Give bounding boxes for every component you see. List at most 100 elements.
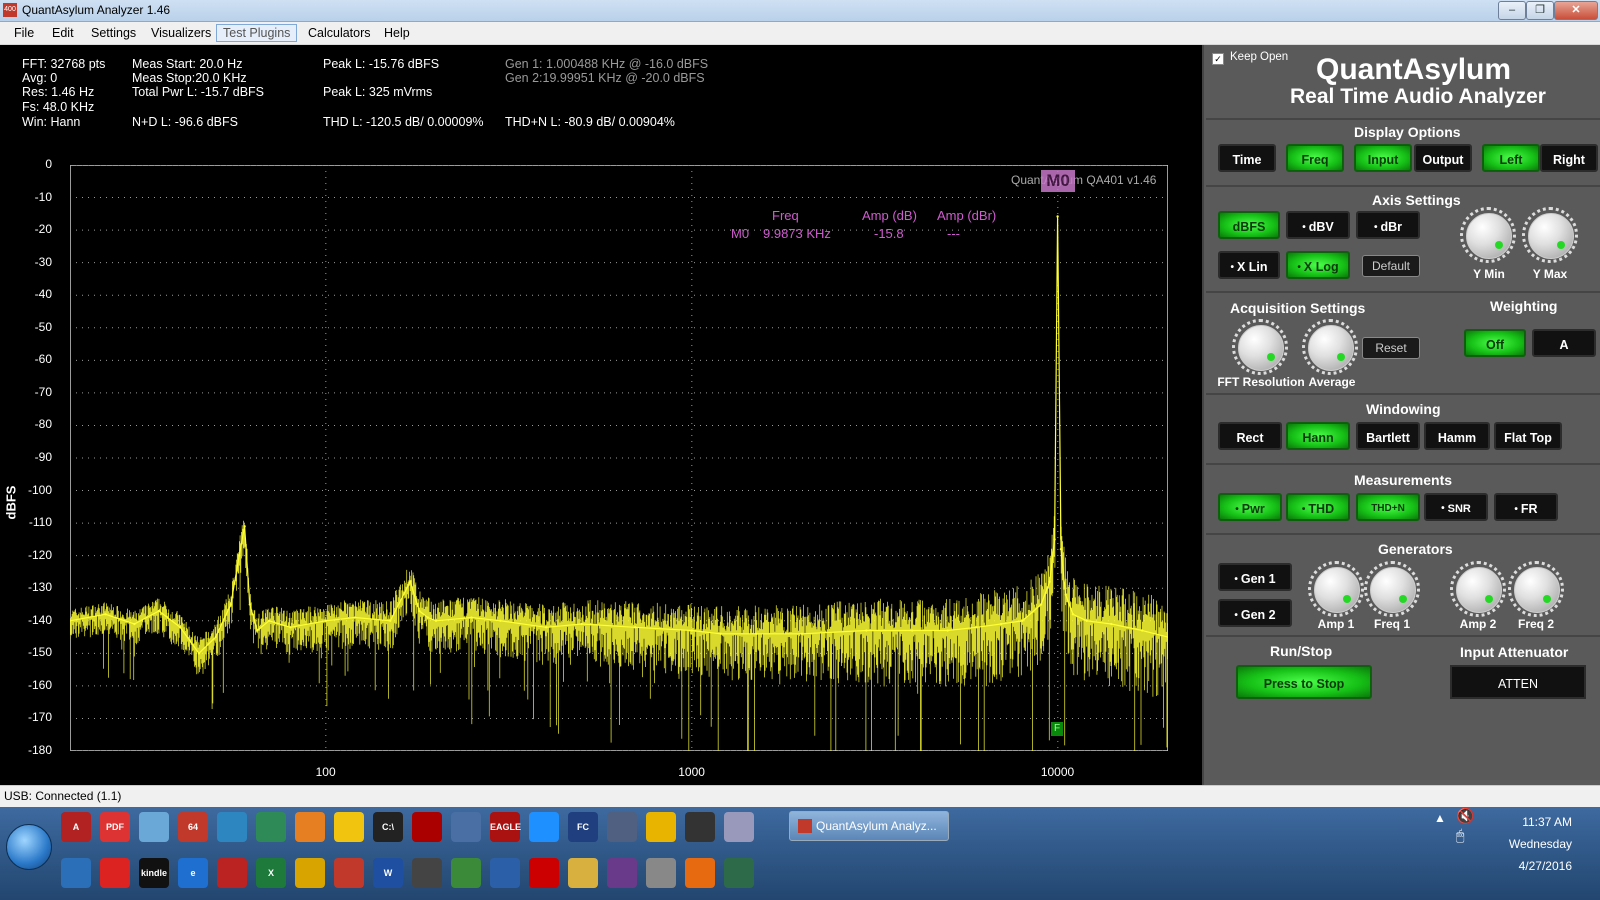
thdn-button[interactable]: THD+N: [1356, 493, 1420, 521]
pc-icon[interactable]: [490, 858, 520, 888]
network-icon[interactable]: [139, 812, 169, 842]
gen2-button[interactable]: Gen 2: [1218, 599, 1292, 627]
bluetooth-icon[interactable]: [61, 858, 91, 888]
word-icon[interactable]: W: [373, 858, 403, 888]
ie-icon[interactable]: e: [178, 858, 208, 888]
rect-window-button[interactable]: Rect: [1218, 422, 1282, 450]
acquisition-section: Acquisition Settings FFT Resolution Aver…: [1206, 293, 1600, 395]
menu-edit[interactable]: Edit: [46, 25, 80, 41]
amp2-knob[interactable]: [1456, 567, 1502, 613]
fc-icon[interactable]: FC: [568, 812, 598, 842]
notes-icon[interactable]: [451, 812, 481, 842]
arrow-icon[interactable]: [529, 812, 559, 842]
acrobat-icon[interactable]: A: [61, 812, 91, 842]
pwr-button[interactable]: Pwr: [1218, 493, 1282, 521]
firefox-icon[interactable]: [685, 858, 715, 888]
bartlett-window-button[interactable]: Bartlett: [1356, 422, 1420, 450]
terminal-icon[interactable]: C:\: [373, 812, 403, 842]
reset-button[interactable]: Reset: [1362, 337, 1420, 359]
time-button[interactable]: Time: [1218, 144, 1276, 172]
maximize-button[interactable]: ❐: [1526, 1, 1554, 20]
hamm-window-button[interactable]: Hamm: [1424, 422, 1490, 450]
freq-button[interactable]: Freq: [1286, 144, 1344, 172]
run-stop-button[interactable]: Press to Stop: [1236, 665, 1372, 699]
weighting-a-button[interactable]: A: [1532, 329, 1596, 357]
left-channel-button[interactable]: Left: [1482, 144, 1540, 172]
calc-icon[interactable]: [724, 812, 754, 842]
dbr-button[interactable]: dBr: [1356, 211, 1420, 239]
freq2-knob[interactable]: [1514, 567, 1560, 613]
clock-date[interactable]: 4/27/2016: [1519, 859, 1572, 873]
thd-button[interactable]: THD: [1286, 493, 1350, 521]
clock-time[interactable]: 11:37 AM: [1522, 815, 1572, 829]
menu-file[interactable]: File: [8, 25, 40, 41]
sheet-icon[interactable]: [412, 858, 442, 888]
close-button[interactable]: ✕: [1554, 1, 1598, 20]
kindle-icon[interactable]: kindle: [139, 858, 169, 888]
data-point: [418, 609, 421, 613]
f-marker[interactable]: F: [1051, 722, 1063, 736]
record-icon[interactable]: [412, 812, 442, 842]
duck-icon[interactable]: [334, 812, 364, 842]
start-button[interactable]: [6, 824, 52, 870]
marker-m0-label[interactable]: M0: [1041, 170, 1075, 192]
ymin-knob[interactable]: [1466, 213, 1512, 259]
x-log-button[interactable]: X Log: [1286, 251, 1350, 279]
freq1-knob[interactable]: [1370, 567, 1416, 613]
gen1-button[interactable]: Gen 1: [1218, 563, 1292, 591]
splat-icon[interactable]: [100, 858, 130, 888]
folder-icon[interactable]: [568, 858, 598, 888]
minimize-button[interactable]: –: [1498, 1, 1526, 20]
menu-test-plugins[interactable]: Test Plugins: [216, 24, 298, 42]
hann-window-button[interactable]: Hann: [1286, 422, 1350, 450]
menu-visualizers[interactable]: Visualizers: [145, 25, 217, 41]
box-icon[interactable]: [685, 812, 715, 842]
eagle-icon[interactable]: EAGLE: [490, 812, 521, 842]
rocket-icon[interactable]: [295, 812, 325, 842]
data-point: [267, 619, 271, 622]
x-lin-button[interactable]: X Lin: [1218, 251, 1280, 279]
amp1-knob[interactable]: [1314, 567, 1360, 613]
data-point: [910, 629, 914, 632]
weighting-off-button[interactable]: Off: [1464, 329, 1526, 357]
network-tray-icon[interactable]: 🖱: [1456, 827, 1464, 844]
menu-settings[interactable]: Settings: [85, 25, 142, 41]
tray-chevron-icon[interactable]: ▲: [1434, 811, 1446, 825]
menu-calculators[interactable]: Calculators: [302, 25, 377, 41]
fr-button[interactable]: FR: [1494, 493, 1558, 521]
pdf-icon[interactable]: PDF: [100, 812, 130, 842]
camera-icon[interactable]: [646, 858, 676, 888]
menu-help[interactable]: Help: [378, 25, 416, 41]
clock-day[interactable]: Wednesday: [1509, 837, 1572, 851]
stop-icon[interactable]: [529, 858, 559, 888]
taskbar-app-button[interactable]: QuantAsylum Analyz...: [789, 811, 949, 841]
64-icon[interactable]: 64: [178, 812, 208, 842]
y-tick-label: 0: [45, 157, 52, 171]
volume-icon[interactable]: 🔇: [1456, 807, 1475, 825]
default-button[interactable]: Default: [1362, 255, 1420, 277]
excel-icon[interactable]: X: [256, 858, 286, 888]
keep-open-checkbox[interactable]: ✓ Keep Open: [1212, 51, 1288, 65]
snr-button[interactable]: SNR: [1424, 493, 1488, 521]
flattop-window-button[interactable]: Flat Top: [1494, 422, 1562, 450]
tool-icon[interactable]: [217, 812, 247, 842]
ymax-knob[interactable]: [1528, 213, 1574, 259]
spectrum-plot[interactable]: [70, 165, 1168, 751]
lt-icon[interactable]: [217, 858, 247, 888]
average-knob[interactable]: [1308, 325, 1354, 371]
chrome-icon[interactable]: [646, 812, 676, 842]
atten-button[interactable]: ATTEN: [1450, 665, 1586, 699]
right-channel-button[interactable]: Right: [1540, 144, 1598, 172]
fft-resolution-knob[interactable]: [1238, 325, 1284, 371]
winrar-icon[interactable]: [607, 858, 637, 888]
dbv-button[interactable]: dBV: [1286, 211, 1350, 239]
input-button[interactable]: Input: [1354, 144, 1412, 172]
dbfs-button[interactable]: dBFS: [1218, 211, 1280, 239]
ppt-icon[interactable]: [334, 858, 364, 888]
doc-icon[interactable]: [607, 812, 637, 842]
wave-icon[interactable]: [724, 858, 754, 888]
chart-icon[interactable]: [256, 812, 286, 842]
game-icon[interactable]: [451, 858, 481, 888]
mail-icon[interactable]: [295, 858, 325, 888]
output-button[interactable]: Output: [1414, 144, 1472, 172]
